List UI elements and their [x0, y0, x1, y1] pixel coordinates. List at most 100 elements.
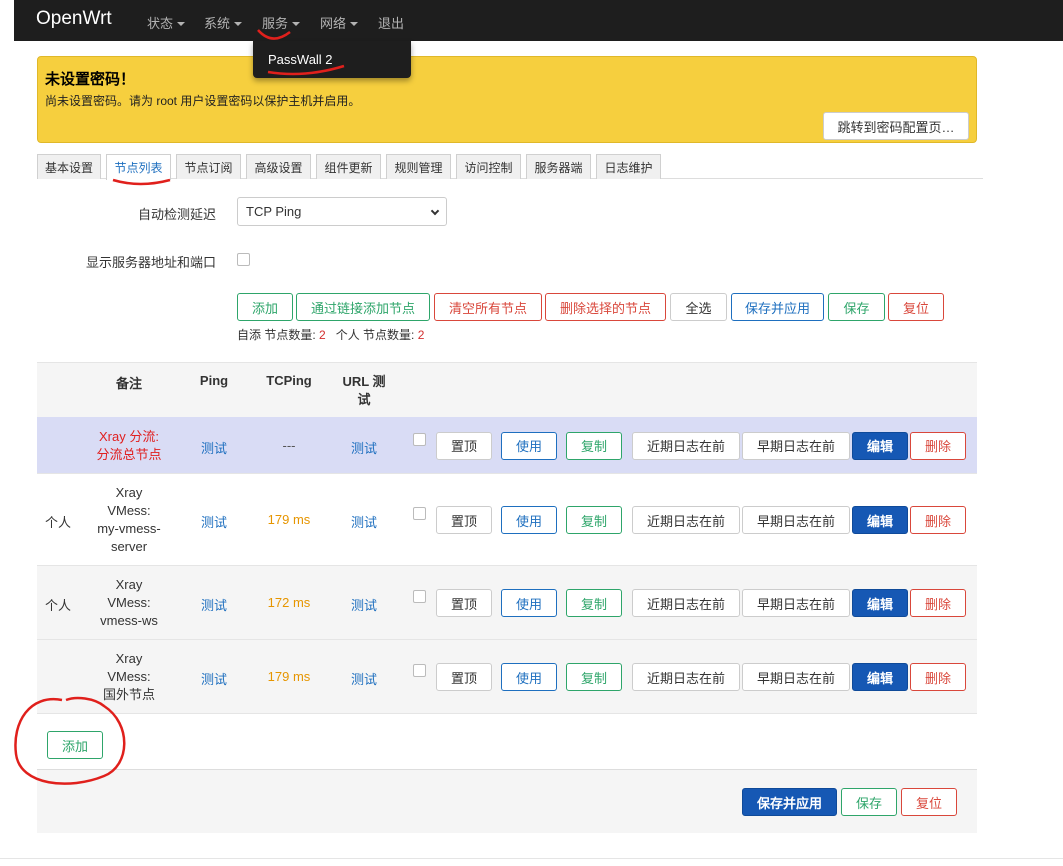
- ping-test-link[interactable]: 测试: [187, 595, 241, 614]
- node-remark-line: Xray: [115, 651, 143, 666]
- tab-access-control[interactable]: 访问控制: [456, 154, 521, 179]
- delete-button[interactable]: 删除: [910, 589, 966, 617]
- self-count-value: 2: [319, 328, 326, 342]
- caret-down-icon: [292, 22, 301, 26]
- early-log-first-button[interactable]: 早期日志在前: [742, 663, 850, 691]
- use-button[interactable]: 使用: [501, 663, 557, 691]
- save-button[interactable]: 保存: [828, 293, 885, 321]
- pin-top-button[interactable]: 置顶: [436, 431, 492, 460]
- latency-label: 自动检测延迟: [137, 207, 216, 222]
- nav-services[interactable]: 服务: [262, 13, 301, 32]
- ping-test-link[interactable]: 测试: [187, 438, 241, 457]
- select-all-button[interactable]: 全选: [670, 293, 727, 321]
- node-remark-line: VMess:: [107, 503, 151, 518]
- row-select-checkbox[interactable]: [413, 507, 426, 520]
- nav-status[interactable]: 状态: [147, 13, 186, 32]
- edit-button[interactable]: 编辑: [852, 506, 908, 534]
- edit-button[interactable]: 编辑: [852, 431, 908, 460]
- tab-server[interactable]: 服务器端: [526, 154, 591, 179]
- early-log-first-button[interactable]: 早期日志在前: [742, 431, 850, 460]
- tcping-value: ---: [282, 437, 296, 453]
- caret-down-icon: [350, 22, 359, 26]
- services-dropdown: PassWall 2: [253, 41, 411, 78]
- node-remark-line: Xray 分流:: [99, 428, 159, 444]
- nav-system[interactable]: 系统: [204, 13, 243, 32]
- tab-advanced[interactable]: 高级设置: [246, 154, 311, 179]
- delete-button[interactable]: 删除: [910, 506, 966, 534]
- tcping-value: 179 ms: [267, 512, 311, 527]
- ping-test-link[interactable]: 测试: [187, 669, 241, 688]
- delete-selected-button[interactable]: 删除选择的节点: [545, 293, 666, 321]
- add-by-link-button[interactable]: 通过链接添加节点: [296, 293, 430, 321]
- early-log-first-button[interactable]: 早期日志在前: [742, 589, 850, 617]
- table-row: Xray 分流: 分流总节点 测试 --- 测试 置顶 使用 复制 近期日志在前 早期日志在前 编辑…: [37, 417, 977, 474]
- url-test-link[interactable]: 测试: [337, 438, 391, 457]
- ping-test-link[interactable]: 测试: [187, 512, 241, 531]
- node-remark-line: VMess:: [107, 669, 151, 684]
- tab-basic[interactable]: 基本设置: [37, 154, 101, 179]
- tab-rules[interactable]: 规则管理: [386, 154, 451, 179]
- pin-top-button[interactable]: 置顶: [436, 663, 492, 691]
- show-addr-checkbox[interactable]: [237, 253, 250, 266]
- recent-log-first-button[interactable]: 近期日志在前: [632, 663, 740, 691]
- use-button[interactable]: 使用: [501, 506, 557, 534]
- copy-button[interactable]: 复制: [566, 663, 622, 691]
- top-navbar: OpenWrt 状态 系统 服务 网络 退出: [14, 0, 1063, 41]
- tab-subscription[interactable]: 节点订阅: [176, 154, 241, 179]
- node-remark: Xray VMess: 国外节点: [87, 650, 171, 704]
- add-button[interactable]: 添加: [237, 293, 293, 321]
- url-test-link[interactable]: 测试: [337, 595, 391, 614]
- tab-node-list[interactable]: 节点列表: [106, 154, 171, 180]
- row-select-checkbox[interactable]: [413, 432, 426, 446]
- row-select-checkbox[interactable]: [413, 664, 426, 677]
- copy-button[interactable]: 复制: [566, 589, 622, 617]
- use-button[interactable]: 使用: [501, 589, 557, 617]
- brand-logo[interactable]: OpenWrt: [36, 8, 112, 30]
- nav-logout[interactable]: 退出: [378, 13, 404, 32]
- pin-top-button[interactable]: 置顶: [436, 589, 492, 617]
- latency-select-value: TCP Ping: [246, 204, 302, 219]
- alert-text: 尚未设置密码。请为 root 用户设置密码以保护主机并启用。: [45, 94, 361, 108]
- delete-button[interactable]: 删除: [910, 431, 966, 460]
- tab-component-update[interactable]: 组件更新: [316, 154, 381, 179]
- node-group: 个人: [45, 515, 72, 530]
- dropdown-item-passwall2[interactable]: PassWall 2: [268, 52, 333, 67]
- table-header: 备注 Ping TCPing URL 测 试: [37, 362, 977, 417]
- edit-button[interactable]: 编辑: [852, 663, 908, 691]
- url-test-link[interactable]: 测试: [337, 669, 391, 688]
- reset-button[interactable]: 复位: [888, 293, 944, 321]
- tcping-value: 172 ms: [267, 595, 311, 610]
- node-remark-line: my-vmess-: [97, 521, 161, 536]
- show-addr-label: 显示服务器地址和端口: [85, 255, 216, 270]
- edit-button[interactable]: 编辑: [852, 589, 908, 617]
- copy-button[interactable]: 复制: [566, 431, 622, 460]
- personal-count-value: 2: [417, 328, 425, 342]
- clear-all-nodes-button[interactable]: 清空所有节点: [434, 293, 542, 321]
- latency-select[interactable]: TCP Ping: [237, 197, 447, 226]
- nav-network[interactable]: 网络: [320, 13, 359, 32]
- recent-log-first-button[interactable]: 近期日志在前: [632, 431, 740, 460]
- node-remark: Xray VMess: vmess-ws: [87, 576, 171, 630]
- early-log-first-button[interactable]: 早期日志在前: [742, 506, 850, 534]
- footer-reset-button[interactable]: 复位: [901, 788, 957, 816]
- recent-log-first-button[interactable]: 近期日志在前: [632, 506, 740, 534]
- node-remark-line: server: [110, 539, 148, 554]
- footer-save-button[interactable]: 保存: [841, 788, 897, 816]
- add-node-button[interactable]: 添加: [47, 731, 103, 759]
- row-select-checkbox[interactable]: [413, 590, 426, 603]
- recent-log-first-button[interactable]: 近期日志在前: [632, 589, 740, 617]
- goto-password-button[interactable]: 跳转到密码配置页…: [823, 112, 969, 140]
- use-button[interactable]: 使用: [501, 431, 557, 460]
- chevron-down-icon: [430, 206, 440, 216]
- alert-title: 未设置密码！: [45, 71, 136, 88]
- copy-button[interactable]: 复制: [566, 506, 622, 534]
- footer-save-apply-button[interactable]: 保存并应用: [742, 788, 837, 816]
- save-apply-button[interactable]: 保存并应用: [731, 293, 824, 321]
- caret-down-icon: [177, 22, 186, 26]
- pin-top-button[interactable]: 置顶: [436, 506, 492, 534]
- annotation-underline-nodelist: [112, 178, 171, 186]
- delete-button[interactable]: 删除: [910, 663, 966, 691]
- tab-log[interactable]: 日志维护: [596, 154, 661, 179]
- tcping-value: 179 ms: [267, 669, 311, 684]
- url-test-link[interactable]: 测试: [337, 512, 391, 531]
